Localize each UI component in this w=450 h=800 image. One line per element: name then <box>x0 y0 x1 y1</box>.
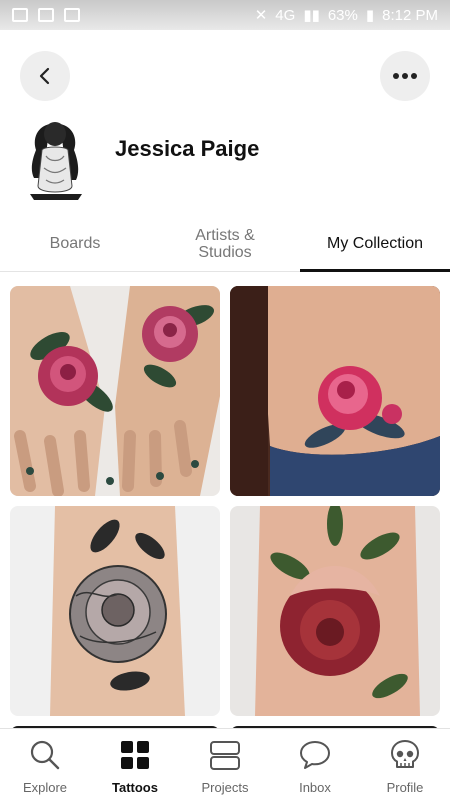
nav-inbox-label: Inbox <box>299 780 331 795</box>
tattoo-photo-hand-peonies <box>10 286 220 496</box>
tab-my-collection[interactable]: My Collection <box>300 216 450 272</box>
battery-icon: ▮ <box>365 7 375 24</box>
bottom-navigation: Explore Tattoos Projects Inbox Profile <box>0 728 450 800</box>
more-dots-icon <box>393 73 417 79</box>
mute-icon: ✕ <box>254 7 268 24</box>
tattoo-photo-grey-peony <box>10 506 220 716</box>
avatar[interactable] <box>20 120 90 202</box>
status-system: ✕ 4G ▮▮ 63% ▮ 8:12 PM <box>254 6 438 25</box>
nav-tattoos[interactable]: Tattoos <box>90 729 180 800</box>
chevron-left-icon <box>39 67 50 85</box>
nav-inbox[interactable]: Inbox <box>270 729 360 800</box>
tab-artists-studios[interactable]: Artists & Studios <box>150 216 300 271</box>
status-notifications <box>12 8 80 22</box>
network-type: 4G <box>275 6 296 24</box>
nav-explore-label: Explore <box>22 780 68 795</box>
back-button[interactable] <box>20 51 70 101</box>
tattoo-photo-red-peony <box>230 506 440 716</box>
nav-explore[interactable]: Explore <box>0 729 90 800</box>
collection-tile-hip-peony[interactable] <box>230 286 440 496</box>
clock: 8:12 PM <box>382 6 438 24</box>
wifi-notification-icon <box>64 8 80 22</box>
projects-icon <box>208 738 242 772</box>
nav-projects-label: Projects <box>201 780 249 795</box>
tab-artists-studios-label: Artists & Studios <box>195 226 255 261</box>
nav-projects[interactable]: Projects <box>180 729 270 800</box>
collection-tile-hand-peonies[interactable] <box>10 286 220 496</box>
profile-tabs: Boards Artists & Studios My Collection <box>0 216 450 272</box>
nav-profile-label: Profile <box>386 780 424 795</box>
chat-bubble-icon <box>298 738 332 772</box>
search-icon <box>28 738 62 772</box>
skull-icon <box>388 738 422 772</box>
tab-boards[interactable]: Boards <box>0 216 150 271</box>
collection-tile-grey-peony[interactable] <box>10 506 220 716</box>
nav-tattoos-label: Tattoos <box>112 780 158 795</box>
gallery-notification-icon <box>38 8 54 22</box>
tattoo-photo-hip-peony <box>230 286 440 496</box>
profile-name: Jessica Paige <box>115 136 260 161</box>
more-options-button[interactable] <box>380 51 430 101</box>
collection-tile-red-peony[interactable] <box>230 506 440 716</box>
avatar-illustration <box>20 120 90 202</box>
signal-icon: ▮▮ <box>303 7 320 24</box>
facebook-notification-icon <box>12 8 28 22</box>
battery-level: 63% <box>327 6 358 24</box>
status-bar: ✕ 4G ▮▮ 63% ▮ 8:12 PM <box>0 0 450 30</box>
nav-profile[interactable]: Profile <box>360 729 450 800</box>
grid-icon <box>118 738 152 772</box>
